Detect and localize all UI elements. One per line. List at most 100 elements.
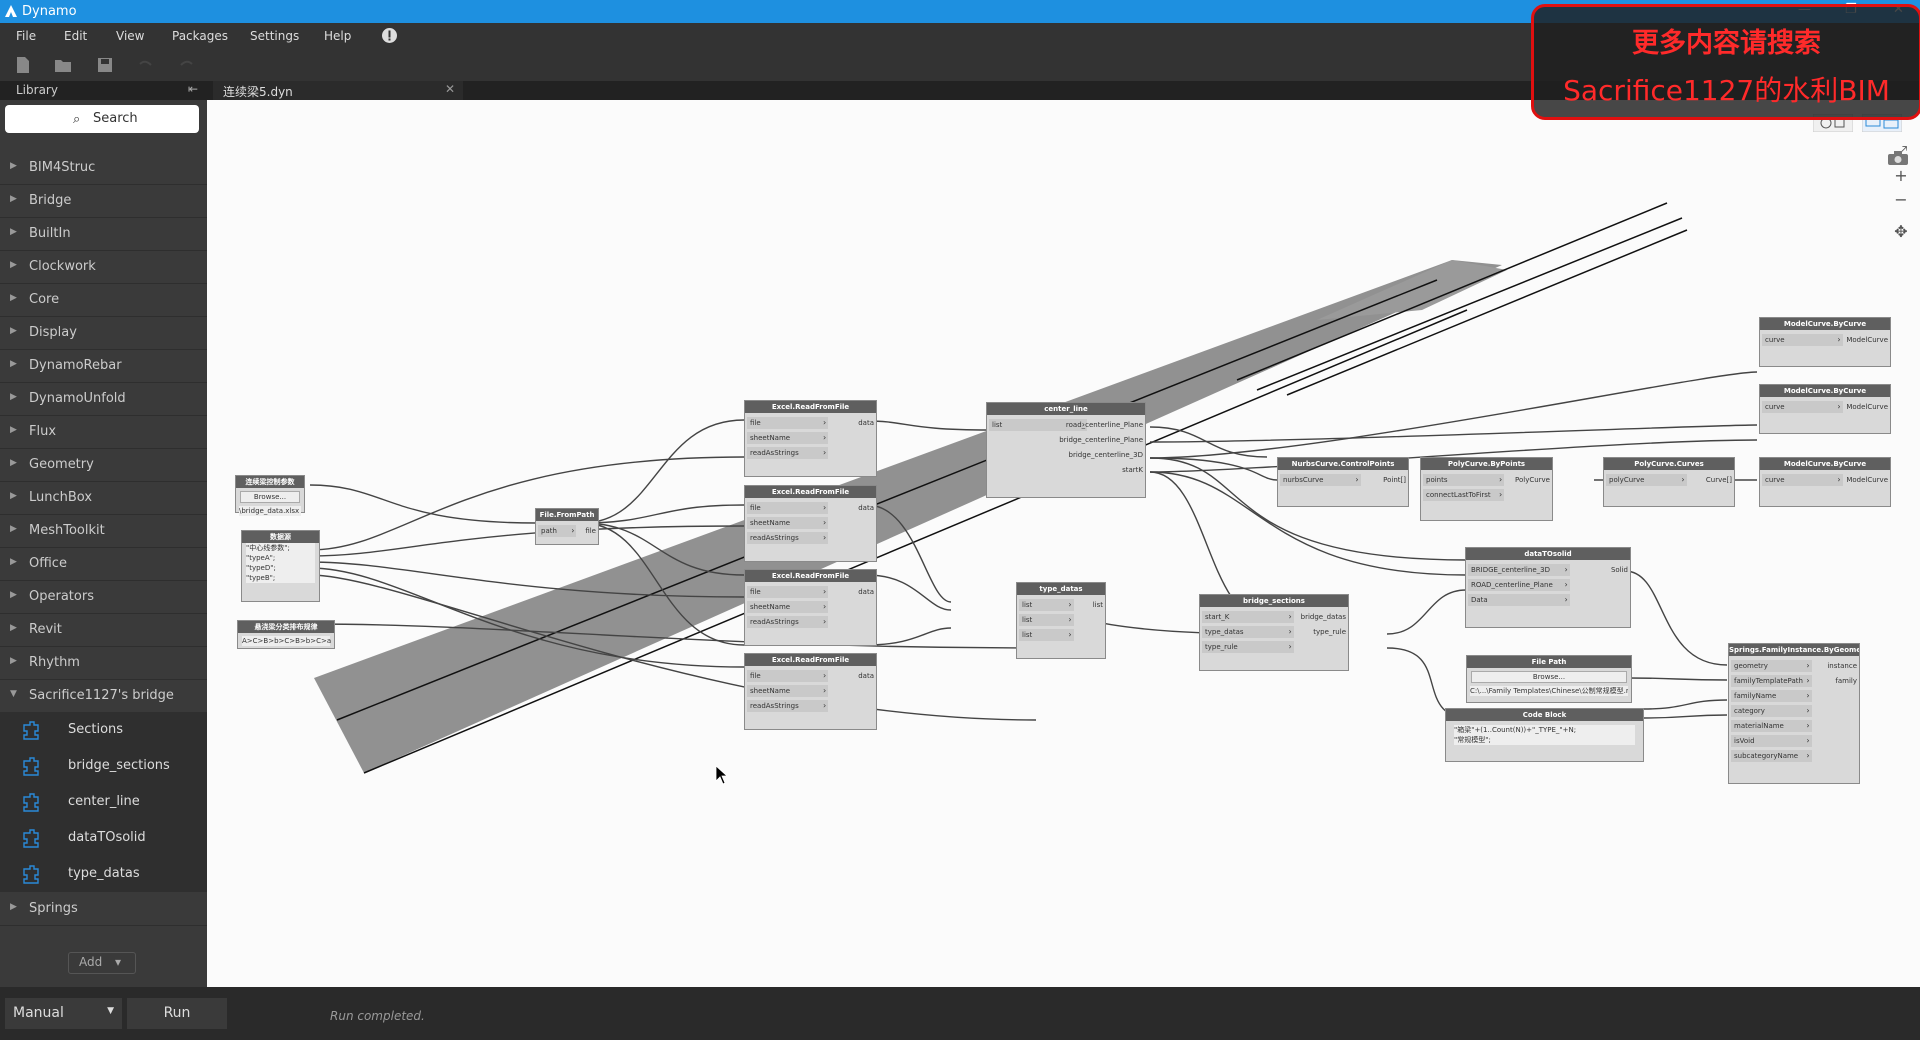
input-port[interactable]: sheetName › [747, 685, 829, 697]
library-category[interactable]: ▶ Bridge [0, 184, 207, 218]
graph-node[interactable]: type_datas list › list › list › list [1016, 582, 1106, 659]
library-custom-node-item[interactable]: type_datas [0, 856, 207, 892]
graph-node[interactable]: 连续梁控制参数 Browse... \bridge_data.xlsx [235, 475, 305, 516]
menu-packages[interactable]: Packages [172, 29, 228, 43]
input-port[interactable]: file › [747, 586, 829, 598]
library-category[interactable]: ▶ BuiltIn [0, 217, 207, 251]
save-icon[interactable] [96, 56, 114, 74]
graph-node[interactable]: NurbsCurve.ControlPoints nurbsCurve › Point… [1277, 457, 1409, 507]
output-port[interactable]: bridge_datas [1301, 611, 1346, 623]
graph-node[interactable]: ModelCurve.ByCurve curve › ModelCurve [1759, 384, 1891, 434]
output-port[interactable]: Point[] [1383, 474, 1406, 486]
input-port[interactable]: file › [747, 417, 829, 429]
graph-node[interactable]: Excel.ReadFromFile file › sheetName › readAsS… [744, 485, 877, 562]
input-port[interactable]: ROAD_centerline_Plane › [1468, 579, 1570, 591]
library-category[interactable]: ▶ LunchBox [0, 481, 207, 515]
graph-node[interactable]: ModelCurve.ByCurve curve › ModelCurve [1759, 317, 1891, 367]
input-port[interactable]: readAsStrings › [747, 532, 829, 544]
browse-button[interactable]: Browse... [1471, 671, 1627, 683]
input-port[interactable]: geometry › [1731, 660, 1812, 672]
menu-settings[interactable]: Settings [250, 29, 299, 43]
notification-icon[interactable] [381, 27, 398, 44]
input-port[interactable]: curve › [1762, 401, 1843, 413]
input-port[interactable]: sheetName › [747, 432, 829, 444]
menu-edit[interactable]: Edit [64, 29, 87, 43]
library-category[interactable]: ▶ Flux [0, 415, 207, 449]
browse-button[interactable]: Browse... [240, 491, 300, 503]
output-port[interactable]: file [585, 525, 596, 537]
input-port[interactable]: BRIDGE_centerline_3D › [1468, 564, 1570, 576]
output-port[interactable]: Solid [1611, 564, 1628, 576]
input-port[interactable]: isVoid › [1731, 735, 1812, 747]
output-port[interactable]: ModelCurve [1846, 474, 1888, 486]
input-port[interactable]: nurbsCurve › [1280, 474, 1361, 486]
input-port[interactable]: readAsStrings › [747, 447, 829, 459]
run-button[interactable]: Run [127, 998, 227, 1029]
library-category-expanded[interactable]: ▼ Sacrifice1127's bridge [0, 679, 207, 713]
input-port[interactable]: readAsStrings › [747, 700, 829, 712]
run-mode-select[interactable]: Manual ▼ [5, 998, 122, 1029]
graph-node[interactable]: File Path Browse... C:\...\Family Template… [1466, 655, 1632, 703]
input-port[interactable]: subcategoryName › [1731, 750, 1812, 762]
input-port[interactable]: readAsStrings › [747, 616, 829, 628]
input-port[interactable]: category › [1731, 705, 1812, 717]
output-port[interactable]: bridge_centerline_3D [1069, 449, 1143, 461]
input-port[interactable]: list › [1019, 614, 1074, 626]
string-value[interactable]: A>C>B>b>C>B>b>C>a [242, 636, 331, 646]
input-port[interactable]: materialName › [1731, 720, 1812, 732]
tab-workspace[interactable]: 连续梁5.dyn ✕ [213, 81, 463, 100]
zoom-in-icon[interactable]: + [1888, 166, 1914, 190]
output-port[interactable]: bridge_centerline_Plane [1059, 434, 1143, 446]
library-custom-node-item[interactable]: Sections [0, 712, 207, 748]
input-port[interactable]: file › [747, 502, 829, 514]
input-port[interactable]: file › [747, 670, 829, 682]
graph-node[interactable]: Code Block "箱梁"+(1..Count(N))+"_TYPE_"+N;… [1445, 708, 1644, 762]
redo-icon[interactable] [178, 56, 196, 74]
library-category[interactable]: ▶ Operators [0, 580, 207, 614]
pan-icon[interactable]: ✥ [1888, 222, 1914, 246]
input-port[interactable]: points › [1423, 474, 1505, 486]
graph-node[interactable]: center_line list › road_centerline_Plane bri… [986, 402, 1146, 498]
output-port[interactable]: road_centerline_Plane [1066, 419, 1143, 431]
output-port[interactable]: instance [1827, 660, 1857, 672]
input-port[interactable]: type_datas › [1202, 626, 1294, 638]
code-line[interactable]: "箱梁"+(1..Count(N))+"_TYPE_"+N; [1454, 725, 1635, 735]
output-port[interactable]: ModelCurve [1846, 401, 1888, 413]
input-port[interactable]: list › [1019, 599, 1074, 611]
output-port[interactable]: data [858, 670, 874, 682]
input-port[interactable]: list › [1019, 629, 1074, 641]
library-category[interactable]: ▶ Rhythm [0, 646, 207, 680]
library-category[interactable]: ▶ Core [0, 283, 207, 317]
library-category[interactable]: ▶ Clockwork [0, 250, 207, 284]
library-custom-node-item[interactable]: dataTOsolid [0, 820, 207, 856]
menu-help[interactable]: Help [324, 29, 351, 43]
library-category[interactable]: ▶ MeshToolkit [0, 514, 207, 548]
input-port[interactable]: curve › [1762, 334, 1843, 346]
graph-node[interactable]: File.FromPath path › file [535, 508, 599, 545]
output-port[interactable]: ModelCurve [1846, 334, 1888, 346]
input-port[interactable]: sheetName › [747, 601, 829, 613]
library-category[interactable]: ▶ DynamoRebar [0, 349, 207, 383]
library-category[interactable]: ▶ Office [0, 547, 207, 581]
open-file-icon[interactable] [54, 56, 72, 74]
library-category[interactable]: ▶ Springs [0, 892, 207, 926]
graph-node[interactable]: Springs.FamilyInstance.ByGeometry geometr… [1728, 643, 1860, 784]
output-port[interactable]: type_rule [1313, 626, 1346, 638]
output-port[interactable]: Curve[] [1706, 474, 1732, 486]
undo-icon[interactable] [136, 56, 154, 74]
output-port[interactable]: data [858, 502, 874, 514]
graph-node[interactable]: 数据源 "中心线参数"; "typeA"; "typeD"; "typeB"; [241, 530, 320, 602]
input-port[interactable]: familyName › [1731, 690, 1812, 702]
input-port[interactable]: curve › [1762, 474, 1843, 486]
input-port[interactable]: sheetName › [747, 517, 829, 529]
graph-node[interactable]: 悬浇梁分类排布规律 A>C>B>b>C>B>b>C>a [237, 620, 335, 649]
graph-node[interactable]: bridge_sections start_K › type_datas › type_r… [1199, 594, 1349, 671]
library-category[interactable]: ▶ BIM4Struc [0, 151, 207, 185]
library-category[interactable]: ▶ Display [0, 316, 207, 350]
close-tab-icon[interactable]: ✕ [445, 82, 455, 96]
output-port[interactable]: data [858, 586, 874, 598]
graph-node[interactable]: dataTOsolid BRIDGE_centerline_3D › ROAD_cen… [1465, 547, 1631, 628]
menu-file[interactable]: File [16, 29, 36, 43]
camera-icon[interactable] [1887, 150, 1909, 166]
zoom-out-icon[interactable]: − [1888, 190, 1914, 214]
